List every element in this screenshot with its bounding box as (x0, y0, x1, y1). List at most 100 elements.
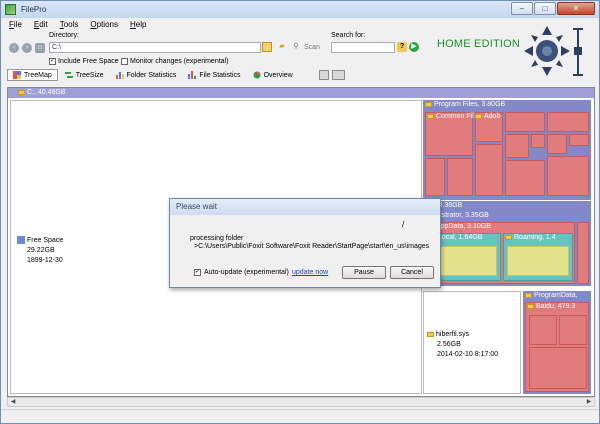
tab-file-statistics[interactable]: File Statistics (183, 69, 245, 81)
auto-update-checkbox[interactable]: ✓ Auto-update (experimental) (194, 269, 289, 276)
update-now-link[interactable]: update now (292, 269, 328, 276)
open-folder-icon[interactable]: ▰ (277, 42, 287, 52)
menu-options[interactable]: Options (90, 20, 118, 29)
program-files-label: Program Files, 3.80GB (425, 101, 505, 108)
monitor-changes-checkbox[interactable]: Monitor changes (experimental) (121, 58, 228, 65)
zoom-slider[interactable] (573, 27, 583, 77)
scan-magnifier-icon[interactable]: ⚲ (291, 42, 301, 52)
common-files-label: Common Fil (427, 113, 474, 120)
view-tabs: TreeMap TreeSize Folder Statistics File … (7, 69, 298, 81)
treemap-cell[interactable] (507, 246, 569, 276)
tab-folder-statistics[interactable]: Folder Statistics (111, 69, 182, 81)
include-free-space-checkbox[interactable]: ✓ Include Free Space (49, 58, 119, 65)
status-bar (1, 409, 599, 423)
treemap-cell[interactable] (569, 134, 589, 146)
folder-icon (425, 101, 432, 107)
app-logo-icon (5, 4, 16, 15)
treemap-cell[interactable] (559, 315, 587, 345)
scroll-right-icon[interactable]: ▶ (584, 398, 594, 406)
monitor-changes-label: Monitor changes (experimental) (130, 58, 229, 65)
maximize-button[interactable]: □ (534, 2, 556, 15)
program-files-block[interactable]: Program Files, 3.80GB Common Fil Adob (423, 100, 591, 200)
processing-path: >C:\Users\Public\Foxit Software\Foxit Re… (194, 243, 430, 250)
menu-tools[interactable]: Tools (60, 20, 79, 29)
treemap-cell[interactable] (577, 222, 589, 284)
menu-edit[interactable]: Edit (34, 20, 48, 29)
free-space-size: 29.22GB (27, 247, 55, 254)
treemap-cell[interactable] (505, 134, 529, 158)
free-space-date: 1899-12-30 (27, 257, 63, 264)
menu-bar: File Edit Tools Options Help (1, 18, 599, 30)
treemap-cell[interactable] (505, 160, 545, 196)
tab-treemap[interactable]: TreeMap (7, 69, 58, 81)
forward-button[interactable]: › (22, 43, 32, 53)
treemap-cell[interactable] (531, 134, 545, 148)
horizontal-scrollbar[interactable]: ◀ ▶ (7, 397, 595, 407)
dialog-title: Please wait (170, 199, 440, 215)
free-space-name: Free Space (27, 237, 64, 244)
include-free-space-check-icon: ✓ (49, 58, 56, 65)
treemap-cell[interactable] (547, 112, 589, 132)
hiberfil-info: hiberfil.sys 2.56GB 2014-02-10 8:17:00 (427, 330, 498, 360)
tab-treemap-label: TreeMap (24, 71, 52, 79)
programdata-block[interactable]: ProgramData, Baidu, 479.3 (523, 291, 591, 394)
overview-icon (253, 71, 261, 79)
back-button[interactable]: ‹ (9, 43, 19, 53)
minimize-button[interactable]: – (511, 2, 533, 15)
treemap-cell[interactable] (425, 158, 445, 196)
include-free-space-label: Include Free Space (58, 58, 119, 65)
help-icon[interactable]: ? (397, 42, 407, 52)
scroll-left-icon[interactable]: ◀ (8, 398, 18, 406)
treemap-root-header[interactable]: C:, 40.48GB (8, 88, 594, 98)
compass-navigator-icon[interactable] (523, 23, 571, 79)
title-bar: FilePro – □ ✕ (1, 1, 599, 18)
treemap-cell[interactable] (529, 315, 557, 345)
tab-file-statistics-label: File Statistics (199, 71, 241, 79)
processing-label: processing folder (190, 235, 244, 242)
free-space-info: Free Space 29.22GB 1899-12-30 (17, 236, 63, 266)
hiberfil-name: hiberfil.sys (436, 331, 470, 338)
programdata-label: ProgramData, (525, 292, 578, 299)
treesize-icon (64, 72, 73, 78)
home-button[interactable]: ⌂ (35, 43, 45, 53)
window-title: FilePro (21, 5, 47, 14)
treemap-cell[interactable] (547, 134, 567, 154)
directory-label: Directory: (49, 32, 79, 39)
menu-file[interactable]: File (9, 20, 22, 29)
users-block[interactable]: ers, 3.38GB dministrator, 3.35GB AppData… (423, 201, 591, 286)
cancel-button[interactable]: Cancel (390, 266, 434, 279)
dropdown-folder-icon[interactable] (262, 42, 272, 52)
root-label: C:, 40.48GB (27, 89, 66, 96)
treemap-cell[interactable] (447, 158, 473, 196)
hiberfil-block[interactable]: hiberfil.sys 2.56GB 2014-02-10 8:17:00 (423, 291, 521, 394)
auto-update-label: Auto-update (experimental) (204, 269, 289, 276)
hiberfil-date: 2014-02-10 8:17:00 (437, 351, 499, 358)
hiberfil-size: 2.56GB (437, 341, 461, 348)
treemap-cell[interactable] (505, 112, 545, 132)
treemap-cell[interactable] (547, 156, 589, 196)
folder-icon (18, 89, 25, 95)
file-icon (427, 331, 434, 337)
save-icon[interactable] (319, 70, 329, 80)
tab-overview[interactable]: Overview (248, 69, 298, 81)
export-icon[interactable] (332, 70, 345, 80)
tab-overview-label: Overview (263, 71, 293, 79)
treemap-cell[interactable] (529, 347, 587, 389)
search-label: Search for: (331, 32, 366, 39)
search-go-icon[interactable]: ▶ (409, 42, 419, 52)
progress-spinner: / (402, 220, 405, 229)
adobe-label: Adob (475, 113, 500, 120)
treemap-cell[interactable] (475, 144, 503, 196)
search-input[interactable] (331, 42, 395, 53)
file-statistics-icon (188, 71, 197, 79)
directory-input[interactable]: C:\ (49, 42, 261, 53)
tab-treesize-label: TreeSize (75, 71, 104, 79)
menu-help[interactable]: Help (130, 20, 146, 29)
treemap-icon (13, 71, 21, 79)
please-wait-dialog: Please wait / processing folder >C:\User… (169, 198, 441, 288)
pause-button[interactable]: Pause (342, 266, 386, 279)
tab-treesize[interactable]: TreeSize (60, 69, 109, 81)
close-button[interactable]: ✕ (557, 2, 595, 15)
scan-button[interactable]: Scan (304, 44, 320, 51)
baidu-label: Baidu, 479.3 (527, 303, 575, 310)
